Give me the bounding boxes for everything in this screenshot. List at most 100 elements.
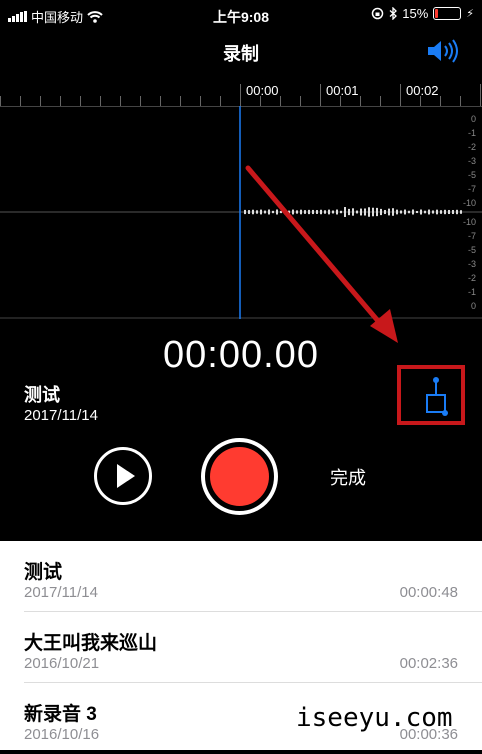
battery-icon	[433, 7, 462, 20]
trim-icon[interactable]	[421, 374, 451, 418]
waveform-bar	[384, 209, 386, 215]
status-right: 15% ⚡	[371, 6, 474, 21]
ruler-tick	[40, 96, 41, 106]
bluetooth-icon	[389, 7, 398, 20]
timeline-ruler: 00:00 00:01 00:02	[0, 78, 482, 107]
ruler-tick	[220, 96, 221, 106]
ruler-tick	[460, 96, 461, 106]
ruler-tick	[400, 84, 401, 106]
waveform-bar	[332, 210, 334, 214]
db-label: -1	[467, 287, 476, 297]
recording-name: 测试	[24, 562, 63, 583]
status-bar: 中国移动 上午9:08 15% ⚡	[0, 0, 482, 30]
ruler-label: 00:00	[246, 83, 279, 98]
db-label: -3	[467, 156, 476, 166]
waveform-bar	[328, 209, 330, 215]
waveform-bar	[388, 208, 390, 216]
recording-duration: 00:02:36	[399, 655, 458, 672]
waveform-bar	[428, 209, 430, 215]
current-recording-date: 2017/11/14	[24, 407, 98, 424]
ruler-tick	[20, 96, 21, 106]
db-label: 0	[470, 301, 476, 311]
waveform-bar	[424, 210, 426, 214]
waveform-bar	[452, 209, 454, 215]
db-label: 0	[470, 114, 476, 124]
waveform-bar	[440, 210, 442, 214]
waveform-bar	[380, 208, 382, 216]
ruler-tick	[300, 96, 301, 106]
current-recording-name[interactable]: 测试	[24, 381, 60, 407]
record-icon	[210, 447, 269, 506]
waveform-bar	[340, 210, 342, 214]
waveform-bar	[456, 209, 458, 215]
ruler-label: 00:01	[326, 83, 359, 98]
waveform-bar	[288, 210, 290, 214]
waveform-bar	[400, 210, 402, 214]
recording-name: 新录音 3	[24, 704, 97, 725]
record-button[interactable]	[201, 438, 278, 515]
waveform-bar	[416, 210, 418, 214]
waveform-bar	[292, 209, 294, 215]
rotation-lock-icon	[371, 7, 384, 20]
waveform-bar	[280, 210, 282, 214]
page-title: 录制	[223, 44, 259, 64]
db-label: -10	[462, 198, 476, 208]
db-label: -10	[462, 217, 476, 227]
ruler-tick	[380, 96, 381, 106]
waveform-bar	[368, 207, 370, 217]
waveform-bar	[404, 209, 406, 215]
waveform-bar	[336, 209, 338, 215]
recording-name: 大王叫我来巡山	[24, 633, 158, 654]
ruler-tick	[80, 96, 81, 106]
waveform-bar	[300, 209, 302, 215]
db-label: -5	[467, 245, 476, 255]
done-button[interactable]: 完成	[330, 464, 366, 490]
db-label: -2	[467, 273, 476, 283]
waveform-bar	[252, 209, 254, 215]
ruler-tick	[60, 96, 61, 106]
waveform-bar	[308, 209, 310, 215]
ruler-tick	[120, 96, 121, 106]
ruler-tick	[140, 96, 141, 106]
waveform-area[interactable]: 0 -1 -2 -3 -5 -7 -10 -10 -7 -5 -3 -2 -1 …	[0, 106, 482, 319]
waveform-bar	[460, 210, 462, 214]
db-label: -7	[467, 231, 476, 241]
waveform-bar	[276, 209, 278, 215]
ruler-label: 00:02	[406, 83, 439, 98]
waveform-bar	[432, 210, 434, 214]
waveform-bar	[316, 210, 318, 214]
waveform-bar	[268, 209, 270, 215]
list-item[interactable]: 测试 2017/11/14 00:00:48	[0, 541, 482, 612]
waveform-bar	[352, 208, 354, 216]
waveform-bar	[304, 210, 306, 214]
waveform-bar	[360, 208, 362, 216]
recording-date: 2016/10/16	[24, 726, 100, 743]
ruler-tick	[180, 96, 181, 106]
waveform-bar	[260, 209, 262, 215]
waveform-bar	[344, 207, 346, 217]
play-icon	[117, 464, 135, 488]
waveform	[0, 106, 482, 319]
waveform-bar	[320, 209, 322, 215]
ruler-tick	[160, 96, 161, 106]
ruler-tick	[440, 96, 441, 106]
waveform-bar	[448, 209, 450, 215]
waveform-bar	[392, 208, 394, 216]
waveform-bar	[244, 209, 246, 215]
list-item[interactable]: 大王叫我来巡山 2016/10/21 00:02:36	[0, 612, 482, 683]
waveform-bar	[248, 210, 250, 214]
ruler-tick	[200, 96, 201, 106]
ruler-tick	[320, 84, 321, 106]
waveform-bar	[436, 209, 438, 215]
waveform-bar	[312, 209, 314, 215]
ruler-tick	[280, 96, 281, 106]
waveform-bar	[324, 210, 326, 214]
ruler-tick	[480, 84, 481, 106]
waveform-bar	[364, 208, 366, 216]
watermark: iseeyu.com	[296, 703, 453, 733]
waveform-bar	[296, 210, 298, 214]
play-button[interactable]	[94, 447, 152, 505]
speaker-icon[interactable]	[422, 36, 462, 66]
db-label: -1	[467, 128, 476, 138]
waveform-bar	[412, 209, 414, 215]
